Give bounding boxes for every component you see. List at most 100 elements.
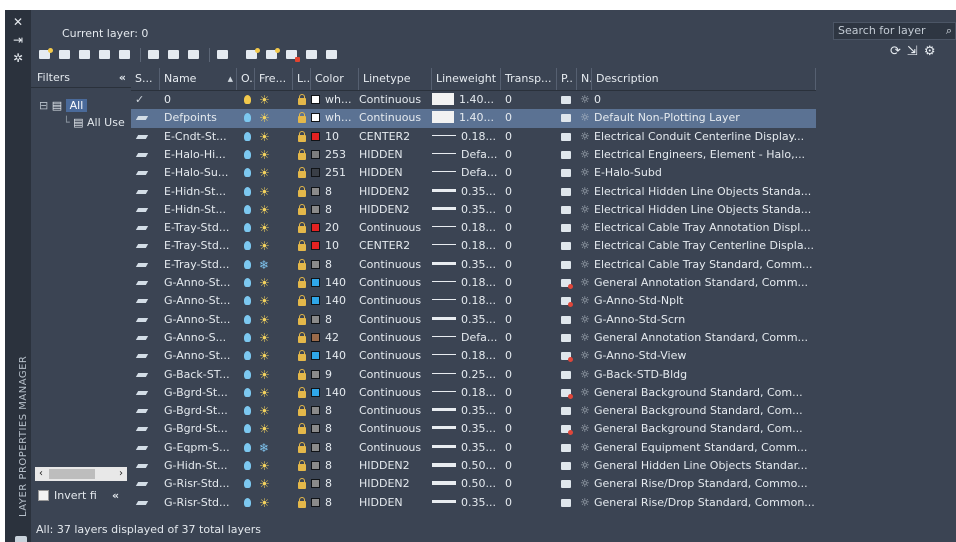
layer-description[interactable]: General Background Standard, Com... — [592, 402, 816, 420]
layer-description[interactable]: Default Non-Plotting Layer — [592, 109, 816, 127]
layer-on-toggle[interactable] — [237, 347, 255, 365]
layer-transparency-cell[interactable]: 0 — [501, 109, 557, 127]
layer-status-cell[interactable] — [131, 311, 160, 329]
layer-lineweight-cell[interactable]: 0.35... — [432, 201, 501, 219]
layer-lock-toggle[interactable] — [293, 420, 311, 438]
layer-color-cell[interactable]: 8 — [311, 420, 359, 438]
layer-description[interactable]: Electrical Cable Tray Annotation Displ..… — [592, 219, 816, 237]
layer-lineweight-cell[interactable]: 0.50... — [432, 457, 501, 475]
layer-status-cell[interactable] — [131, 183, 160, 201]
layer-lineweight-cell[interactable]: 0.18... — [432, 292, 501, 310]
layer-name[interactable]: E-Halo-Su... — [160, 164, 237, 182]
layer-status-cell[interactable] — [131, 146, 160, 164]
layer-description[interactable]: G-Anno-Std-Scrn — [592, 311, 816, 329]
layer-linetype-cell[interactable]: Continuous — [359, 384, 432, 402]
layer-on-toggle[interactable] — [237, 237, 255, 255]
layer-transparency-cell[interactable]: 0 — [501, 402, 557, 420]
layer-row[interactable]: E-Halo-Hi... ☀ 253 HIDDEN Defa... 0 ☼ Electrica… — [131, 146, 816, 164]
layer-lock-toggle[interactable] — [293, 164, 311, 182]
layer-lineweight-cell[interactable]: 1.40... — [432, 91, 501, 109]
layer-freeze-toggle[interactable]: ☀ — [255, 494, 293, 508]
layer-lock-toggle[interactable] — [293, 292, 311, 310]
layer-name[interactable]: E-Halo-Hi... — [160, 146, 237, 164]
layer-status-cell[interactable] — [131, 292, 160, 310]
layer-freeze-toggle[interactable]: ☀ — [255, 366, 293, 384]
layer-plot-toggle[interactable] — [557, 402, 577, 420]
layer-name[interactable]: E-Hidn-St... — [160, 201, 237, 219]
layer-description[interactable]: General Hidden Line Objects Standar... — [592, 457, 816, 475]
layer-description[interactable]: Electrical Hidden Line Objects Standa... — [592, 183, 816, 201]
auto-hide-icon[interactable]: ⇥ — [5, 32, 31, 48]
layer-status-cell[interactable] — [131, 420, 160, 438]
layer-name[interactable]: G-Eqpm-S... — [160, 439, 237, 457]
layer-row[interactable]: G-Risr-Std... ☀ 8 HIDDEN2 0.50... 0 ☼ General R… — [131, 475, 816, 493]
layer-transparency-cell[interactable]: 0 — [501, 201, 557, 219]
layer-color-cell[interactable]: 251 — [311, 164, 359, 182]
layer-new-vp-freeze-toggle[interactable]: ☼ — [577, 164, 592, 182]
layer-name[interactable]: G-Anno-St... — [160, 292, 237, 310]
layer-new-vp-freeze-toggle[interactable]: ☼ — [577, 402, 592, 420]
layer-lineweight-cell[interactable]: 0.35... — [432, 494, 501, 508]
layer-lock-toggle[interactable] — [293, 475, 311, 493]
layer-row[interactable]: G-Anno-St... ☀ 140 Continuous 0.18... 0 ☼ G-Ann… — [131, 292, 816, 310]
layer-on-toggle[interactable] — [237, 402, 255, 420]
layer-name[interactable]: G-Anno-St... — [160, 311, 237, 329]
layer-name[interactable]: G-Hidn-St... — [160, 457, 237, 475]
layer-color-cell[interactable]: 8 — [311, 256, 359, 274]
layer-color-cell[interactable]: 8 — [311, 494, 359, 508]
header-color-col[interactable]: Color — [311, 68, 359, 90]
layer-freeze-toggle[interactable]: ☀ — [255, 292, 293, 310]
layer-plot-toggle[interactable] — [557, 128, 577, 146]
layer-linetype-cell[interactable]: Continuous — [359, 292, 432, 310]
folder-icon[interactable] — [167, 49, 181, 61]
layer-lock-toggle[interactable] — [293, 219, 311, 237]
layer-freeze-toggle[interactable]: ☀ — [255, 146, 293, 164]
layer-description[interactable]: Electrical Engineers, Element - Halo,... — [592, 146, 816, 164]
layer-checkmark-icon[interactable] — [325, 49, 339, 61]
layer-description[interactable]: Electrical Hidden Line Objects Standa... — [592, 201, 816, 219]
layer-lock-toggle[interactable] — [293, 494, 311, 508]
layer-row[interactable]: G-Anno-S... ☀ 42 Continuous Defa... 0 ☼ General… — [131, 329, 816, 347]
layer-status-cell[interactable] — [131, 347, 160, 365]
layer-name[interactable]: G-Bgrd-St... — [160, 420, 237, 438]
layer-lineweight-cell[interactable]: 0.18... — [432, 219, 501, 237]
layer-row[interactable]: ✓ 0 ☀ wh... Continuous 1.40... 0 ☼ 0 — [131, 91, 816, 109]
layer-plot-toggle[interactable] — [557, 347, 577, 365]
layer-lock-toggle[interactable] — [293, 311, 311, 329]
layer-linetype-cell[interactable]: Continuous — [359, 366, 432, 384]
layer-on-toggle[interactable] — [237, 311, 255, 329]
layer-transparency-cell[interactable]: 0 — [501, 183, 557, 201]
layer-on-toggle[interactable] — [237, 183, 255, 201]
layer-lineweight-cell[interactable]: 0.18... — [432, 128, 501, 146]
layer-walk-icon[interactable] — [118, 49, 132, 61]
layer-name[interactable]: E-Hidn-St... — [160, 183, 237, 201]
layer-on-toggle[interactable] — [237, 475, 255, 493]
layer-status-cell[interactable] — [131, 384, 160, 402]
layer-freeze-toggle[interactable]: ☀ — [255, 219, 293, 237]
layer-on-toggle[interactable] — [237, 329, 255, 347]
layer-new-vp-freeze-toggle[interactable]: ☼ — [577, 274, 592, 292]
search-input[interactable]: Search for layer ⌕ — [833, 22, 956, 40]
layer-status-cell[interactable] — [131, 201, 160, 219]
layer-new-vp-freeze-toggle[interactable]: ☼ — [577, 439, 592, 457]
layer-name[interactable]: G-Risr-Std... — [160, 475, 237, 493]
layer-on-toggle[interactable] — [237, 366, 255, 384]
header-status-col[interactable]: S... — [131, 68, 160, 90]
layer-color-cell[interactable]: 8 — [311, 439, 359, 457]
layer-new-vp-freeze-toggle[interactable]: ☼ — [577, 183, 592, 201]
layer-linetype-cell[interactable]: Continuous — [359, 274, 432, 292]
layer-row[interactable]: G-Risr-Std... ☀ 8 HIDDEN 0.35... 0 ☼ General Ri… — [131, 494, 816, 508]
layer-plot-toggle[interactable] — [557, 219, 577, 237]
layer-transparency-cell[interactable]: 0 — [501, 146, 557, 164]
layer-freeze-toggle[interactable]: ☀ — [255, 237, 293, 255]
tree-node-all-used[interactable]: └ ▤ All Use — [63, 114, 125, 132]
layer-linetype-cell[interactable]: Continuous — [359, 109, 432, 127]
layer-color-cell[interactable]: wh... — [311, 109, 359, 127]
layer-status-cell[interactable] — [131, 109, 160, 127]
layer-linetype-cell[interactable]: Continuous — [359, 256, 432, 274]
layer-lock-toggle[interactable] — [293, 146, 311, 164]
layer-status-cell[interactable] — [131, 164, 160, 182]
layer-on-toggle[interactable] — [237, 128, 255, 146]
layer-status-cell[interactable] — [131, 475, 160, 493]
invert-filter-checkbox[interactable] — [38, 489, 49, 501]
